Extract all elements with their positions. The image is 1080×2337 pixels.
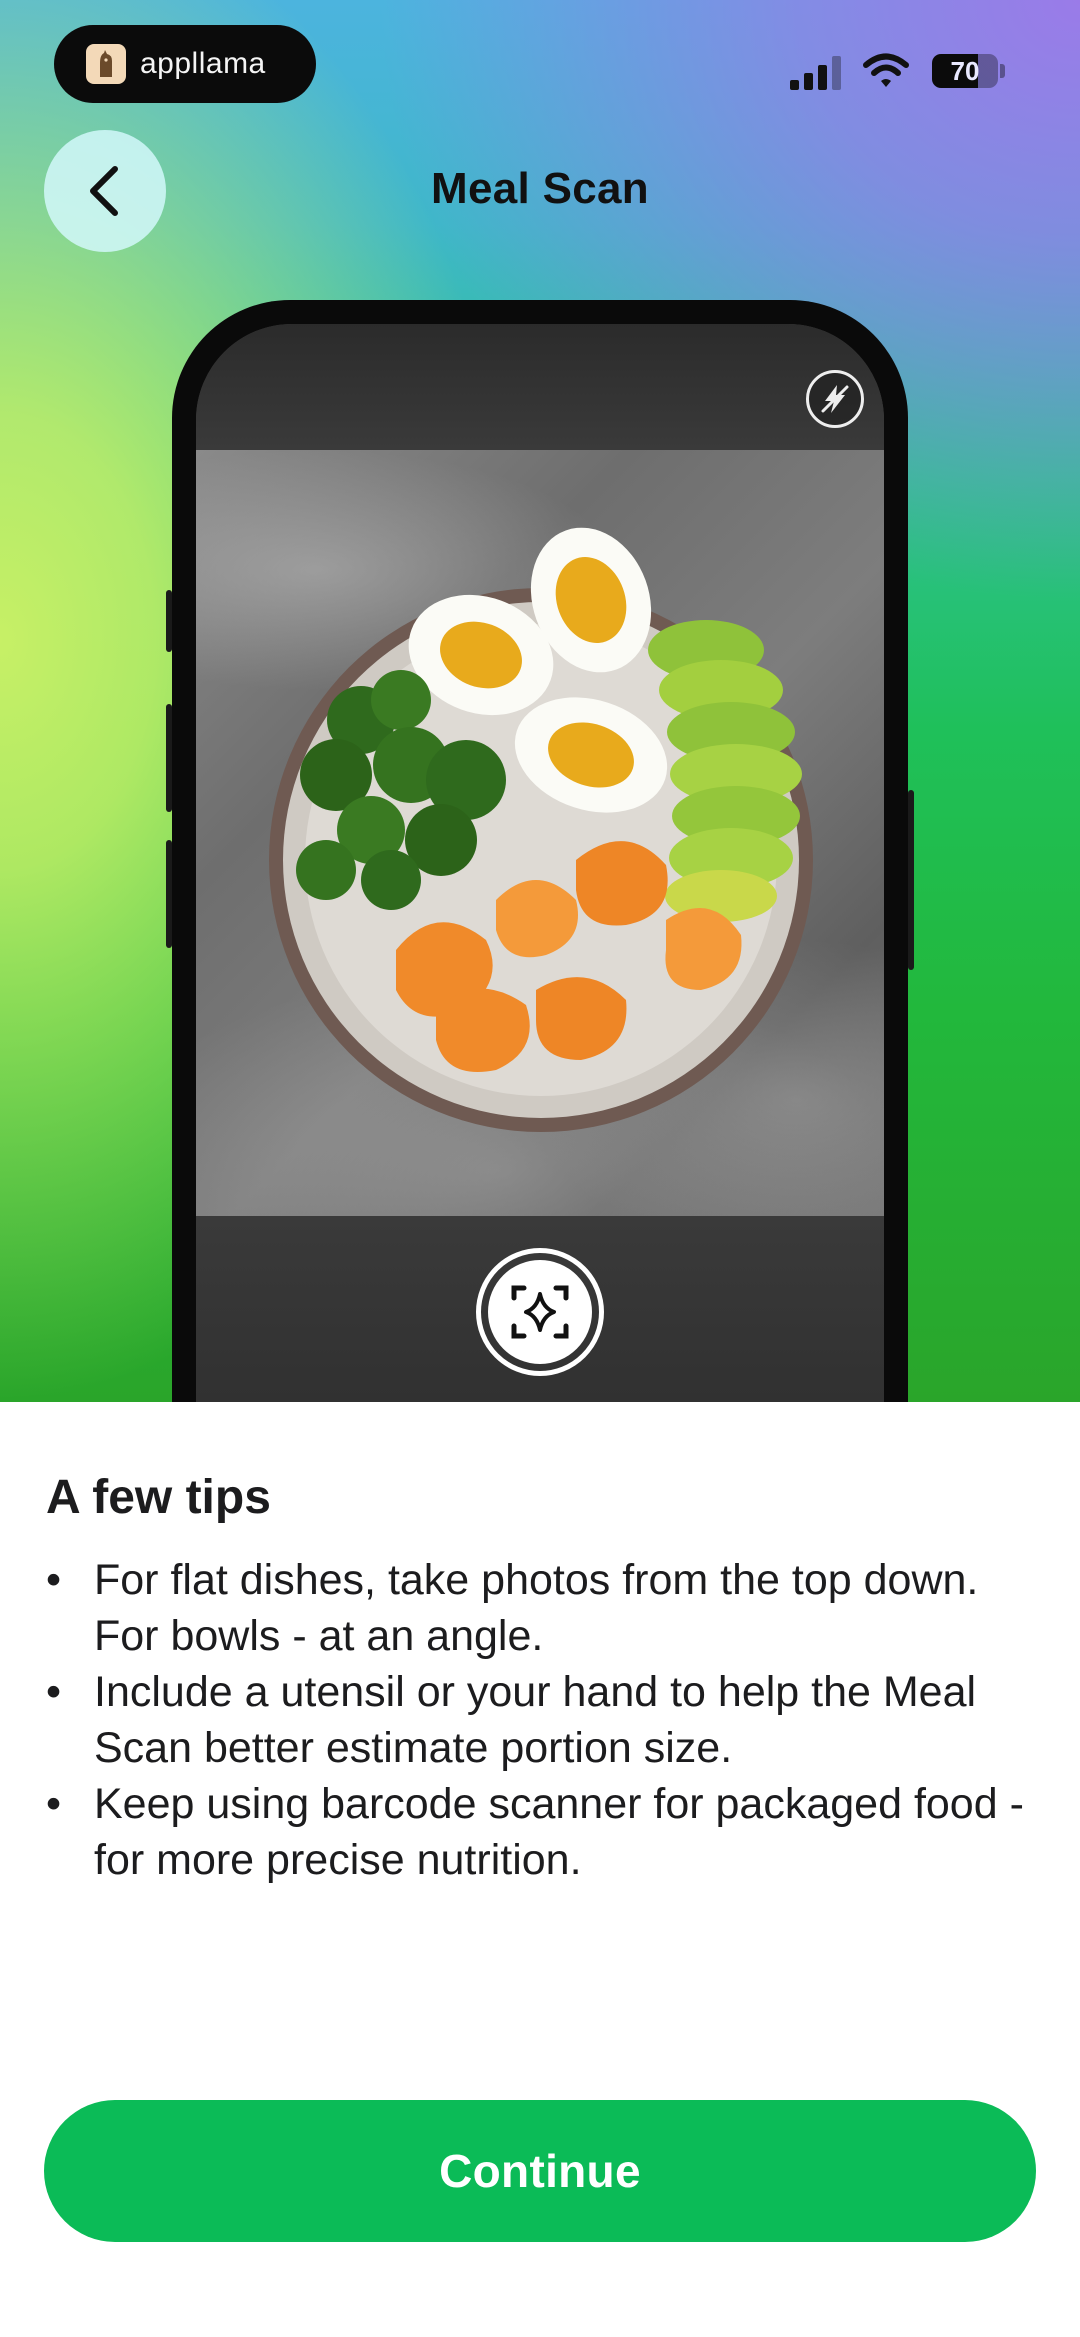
tips-list: • For flat dishes, take photos from the …: [46, 1552, 1046, 1888]
app-badge: appllama: [54, 25, 316, 103]
shutter-inner: [488, 1260, 592, 1364]
tip-item: • For flat dishes, take photos from the …: [46, 1552, 1046, 1664]
tips-sheet: A few tips • For flat dishes, take photo…: [0, 1402, 1080, 2337]
hero-background: appllama 70 Meal Scan: [0, 0, 1080, 1402]
page-title: Meal Scan: [431, 164, 649, 213]
meal-photo: [269, 527, 813, 1132]
bullet-icon: •: [46, 1556, 62, 1604]
tip-item: • Include a utensil or your hand to help…: [46, 1664, 1046, 1776]
continue-button[interactable]: Continue: [44, 2100, 1036, 2242]
flash-off-icon[interactable]: [806, 370, 864, 428]
tip-text: Include a utensil or your hand to help t…: [94, 1668, 977, 1772]
phone-side-button: [908, 790, 914, 970]
bullet-icon: •: [46, 1780, 62, 1828]
llama-logo-icon: [86, 44, 126, 84]
camera-screen: [196, 324, 884, 1402]
battery-tip: [1000, 64, 1005, 78]
shutter-button[interactable]: [476, 1248, 604, 1376]
wifi-icon: [863, 53, 909, 87]
camera-top-bar: [196, 324, 884, 450]
tips-title: A few tips: [46, 1471, 271, 1524]
battery-level: 70: [950, 55, 980, 86]
ai-scan-sparkle-icon: [511, 1285, 569, 1339]
app-name: appllama: [140, 47, 266, 80]
tip-item: • Keep using barcode scanner for package…: [46, 1776, 1046, 1888]
phone-side-button: [166, 704, 172, 812]
battery-icon: 70: [932, 54, 998, 88]
camera-preview: [196, 450, 884, 1216]
tip-text: For flat dishes, take photos from the to…: [94, 1556, 979, 1660]
phone-mockup: [166, 300, 914, 1402]
bullet-icon: •: [46, 1668, 62, 1716]
tip-text: Keep using barcode scanner for packaged …: [94, 1780, 1024, 1884]
signal-icon: [790, 56, 841, 90]
phone-side-button: [166, 590, 172, 652]
phone-side-button: [166, 840, 172, 948]
